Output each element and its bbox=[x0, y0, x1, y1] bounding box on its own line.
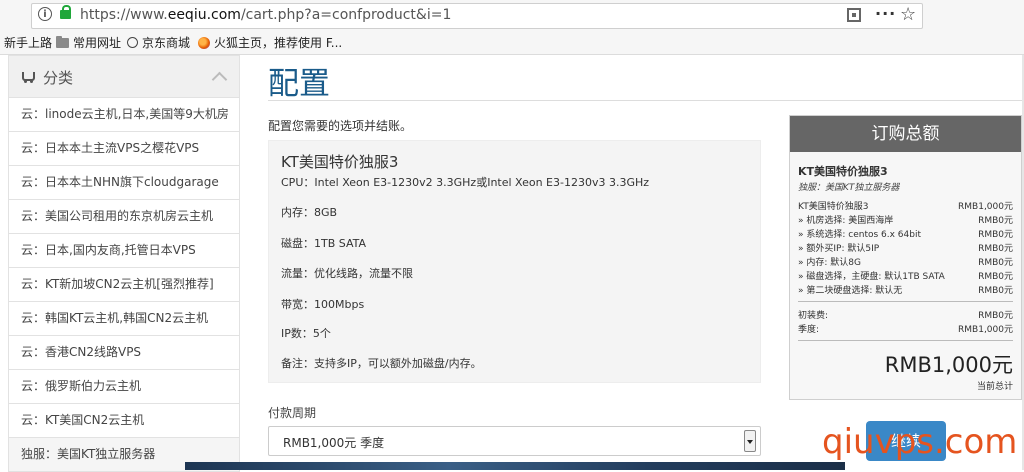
sidebar-item[interactable]: 云：美国公司租用的东京机房云主机 bbox=[8, 200, 240, 234]
billing-cycle-value: RMB1,000元 季度 bbox=[283, 436, 385, 450]
product-name: KT美国特价独服3 bbox=[281, 153, 399, 171]
summary-line-label: » 机房选择: 美国西海岸 bbox=[798, 216, 894, 226]
bookmark-newbie[interactable]: 新手上路 bbox=[4, 34, 52, 51]
total-due: RMB1,000元 bbox=[884, 353, 1013, 377]
spec-notes: 备注：支持多IP，可以额外加磁盘/内存。 bbox=[281, 357, 482, 370]
sidebar-item[interactable]: 云：日本本土NHN旗下cloudgarage bbox=[8, 166, 240, 200]
globe-icon bbox=[127, 37, 138, 48]
spec-cpu: CPU：Intel Xeon E3-1230v2 3.3GHz或Intel Xe… bbox=[281, 176, 650, 189]
intro-text: 配置您需要的选项并结账。 bbox=[268, 119, 413, 133]
url-prefix: https://www. bbox=[80, 7, 168, 23]
recurring-label: 季度: bbox=[798, 325, 820, 335]
spec-memory: 内存：8GB bbox=[281, 206, 338, 219]
summary-divider bbox=[798, 340, 1013, 341]
summary-product-group: 独服：美国KT独立服务器 bbox=[798, 183, 900, 193]
sidebar-item[interactable]: 云：香港CN2线路VPS bbox=[8, 336, 240, 370]
folder-icon bbox=[56, 35, 69, 48]
total-due-label: 当前总计 bbox=[976, 382, 1013, 392]
summary-line-label: » 系统选择: centos 6.x 64bit bbox=[798, 230, 922, 240]
summary-product-name: KT美国特价独服3 bbox=[798, 165, 888, 178]
chevron-up-icon[interactable] bbox=[211, 71, 228, 88]
bookmark-label: 常用网址 bbox=[73, 36, 122, 50]
summary-line-label: » 内存: 默认8G bbox=[798, 258, 861, 268]
spec-disk: 磁盘：1TB SATA bbox=[281, 237, 367, 250]
bookmark-star-icon[interactable]: ☆ bbox=[900, 4, 916, 25]
url-domain: eeqiu.com bbox=[167, 7, 241, 23]
summary-line-label: » 额外买IP: 默认5IP bbox=[798, 244, 880, 254]
site-watermark: qiuvps.com bbox=[822, 422, 1018, 462]
page-title: 配置 bbox=[268, 66, 330, 102]
spec-traffic: 流量：优化线路，流量不限 bbox=[281, 267, 413, 280]
sidebar-header[interactable]: 分类 bbox=[8, 55, 240, 98]
more-options-icon[interactable]: ··· bbox=[875, 4, 896, 23]
sidebar-title: 分类 bbox=[43, 69, 74, 87]
bottom-banner-image bbox=[185, 462, 845, 470]
summary-line-value: RMB0元 bbox=[978, 258, 1013, 268]
address-bar[interactable]: i https://www.eeqiu.com/cart.php?a=confp… bbox=[31, 3, 923, 29]
summary-line-value: RMB0元 bbox=[978, 286, 1013, 296]
sidebar-item[interactable]: 云：KT新加坡CN2云主机[强烈推荐] bbox=[8, 268, 240, 302]
bookmark-label: 京东商城 bbox=[142, 36, 191, 50]
url-text[interactable]: https://www.eeqiu.com/cart.php?a=confpro… bbox=[80, 7, 451, 23]
summary-line-value: RMB0元 bbox=[978, 230, 1013, 240]
summary-line-label: » 第二块硬盘选择: 默认无 bbox=[798, 286, 903, 296]
summary-line-value: RMB0元 bbox=[978, 244, 1013, 254]
sidebar-item[interactable]: 云：日本,国内友商,托管日本VPS bbox=[8, 234, 240, 268]
summary-line-value: RMB0元 bbox=[978, 272, 1013, 282]
category-list: 云：linode云主机,日本,美国等9大机房 云：日本本土主流VPS之樱花VPS… bbox=[8, 98, 240, 472]
billing-cycle-select[interactable]: RMB1,000元 季度 bbox=[268, 426, 761, 456]
info-icon[interactable]: i bbox=[38, 7, 52, 21]
summary-line-label: » 磁盘选择，主硬盘: 默认1TB SATA bbox=[798, 272, 945, 282]
title-divider bbox=[268, 100, 1022, 101]
sidebar-item[interactable]: 云：日本本土主流VPS之樱花VPS bbox=[8, 132, 240, 166]
sidebar-item[interactable]: 云：KT美国CN2云主机 bbox=[8, 404, 240, 438]
setup-fee-value: RMB0元 bbox=[978, 311, 1013, 321]
bookmark-label: 新手上路 bbox=[4, 36, 53, 50]
setup-fee-label: 初装费: bbox=[798, 311, 829, 321]
product-details-panel: KT美国特价独服3 CPU：Intel Xeon E3-1230v2 3.3GH… bbox=[268, 140, 761, 383]
summary-line-label: KT美国特价独服3 bbox=[798, 202, 869, 212]
lock-icon[interactable] bbox=[60, 5, 71, 19]
sidebar-item[interactable]: 云：韩国KT云主机,韩国CN2云主机 bbox=[8, 302, 240, 336]
category-sidebar: 分类 云：linode云主机,日本,美国等9大机房 云：日本本土主流VPS之樱花… bbox=[8, 55, 240, 472]
order-summary-title: 订购总额 bbox=[790, 116, 1021, 152]
firefox-icon bbox=[198, 36, 210, 49]
browser-toolbar: i https://www.eeqiu.com/cart.php?a=confp… bbox=[0, 0, 1024, 55]
url-path: /cart.php?a=confproduct&i=1 bbox=[240, 7, 452, 23]
billing-cycle-label: 付款周期 bbox=[268, 406, 317, 420]
recurring-value: RMB1,000元 bbox=[958, 325, 1013, 335]
spec-ip: IP数：5个 bbox=[281, 327, 331, 340]
order-summary-panel: 订购总额 KT美国特价独服3 独服：美国KT独立服务器 KT美国特价独服3 RMB… bbox=[789, 115, 1022, 400]
summary-divider bbox=[798, 301, 1013, 302]
cart-icon bbox=[22, 72, 35, 83]
summary-line-value: RMB0元 bbox=[978, 216, 1013, 226]
bookmark-common-sites[interactable]: 常用网址 bbox=[56, 34, 121, 51]
qr-code-icon[interactable] bbox=[847, 8, 861, 22]
dropdown-arrow-icon[interactable] bbox=[744, 430, 756, 452]
bookmark-jd[interactable]: 京东商城 bbox=[127, 34, 190, 51]
bookmark-label: 火狐主页，推荐使用 F... bbox=[214, 36, 343, 50]
summary-line-value: RMB1,000元 bbox=[958, 202, 1013, 212]
bookmark-firefox-home[interactable]: 火狐主页，推荐使用 F... bbox=[198, 34, 342, 51]
spec-bandwidth: 带宽：100Mbps bbox=[281, 298, 365, 311]
sidebar-item[interactable]: 云：linode云主机,日本,美国等9大机房 bbox=[8, 98, 240, 132]
sidebar-item[interactable]: 云：俄罗斯伯力云主机 bbox=[8, 370, 240, 404]
